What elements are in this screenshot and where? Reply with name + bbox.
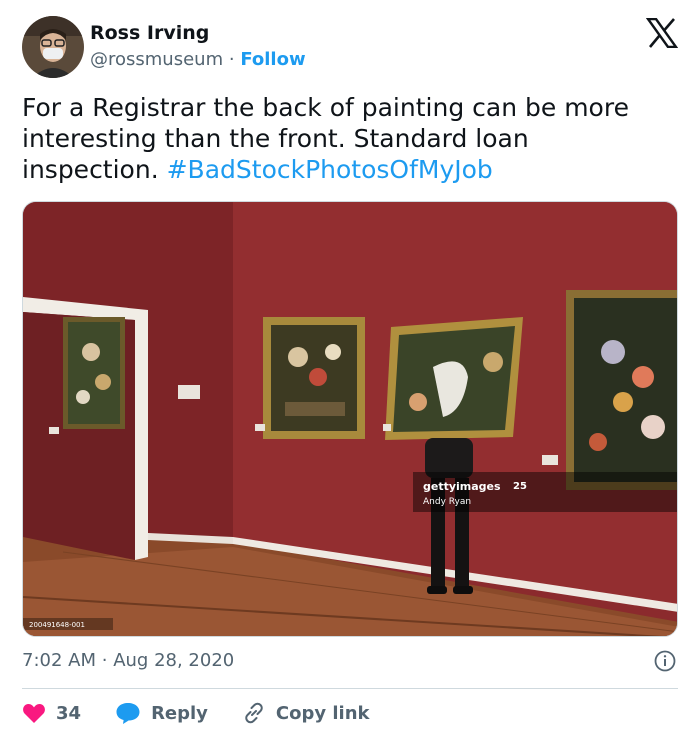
reply-bubble-icon xyxy=(116,703,140,724)
hashtag-link[interactable]: #BadStockPhotosOfMyJob xyxy=(167,155,493,184)
like-count: 34 xyxy=(56,702,82,724)
copy-link-label: Copy link xyxy=(275,702,370,724)
handle-row: @rossmuseum · Follow xyxy=(90,49,306,70)
watermark-brand: gettyimages xyxy=(423,480,501,493)
tweet-text: For a Registrar the back of painting can… xyxy=(22,92,672,185)
action-bar: 34 Reply Copy link xyxy=(22,700,404,726)
watermark-badge: 25 xyxy=(513,481,527,492)
copy-link-button[interactable]: Copy link xyxy=(242,701,370,725)
avatar-image xyxy=(22,16,84,78)
tweet-time: 7:02 AM xyxy=(22,650,96,671)
info-icon[interactable] xyxy=(654,650,676,672)
x-logo-icon[interactable] xyxy=(646,18,678,48)
author-handle[interactable]: @rossmuseum xyxy=(90,49,223,70)
divider xyxy=(22,688,678,689)
like-button[interactable]: 34 xyxy=(22,702,81,724)
separator: · xyxy=(228,49,235,70)
watermark-credit: Andy Ryan xyxy=(423,497,471,507)
date-separator: · xyxy=(101,650,108,671)
reply-label: Reply xyxy=(151,702,208,724)
link-icon xyxy=(245,702,263,724)
tweet-photo[interactable]: gettyimages 25 Andy Ryan 200491648-001 xyxy=(22,201,678,637)
gallery-photo: gettyimages 25 Andy Ryan 200491648-001 xyxy=(23,202,677,636)
image-id: 200491648-001 xyxy=(29,621,85,629)
heart-icon xyxy=(23,704,45,723)
tweet-date: Aug 28, 2020 xyxy=(113,650,235,671)
follow-button[interactable]: Follow xyxy=(240,49,305,70)
reply-button[interactable]: Reply xyxy=(115,701,208,725)
author-name[interactable]: Ross Irving xyxy=(90,22,209,44)
avatar[interactable] xyxy=(22,16,84,78)
timestamp[interactable]: 7:02 AM · Aug 28, 2020 xyxy=(22,650,234,671)
